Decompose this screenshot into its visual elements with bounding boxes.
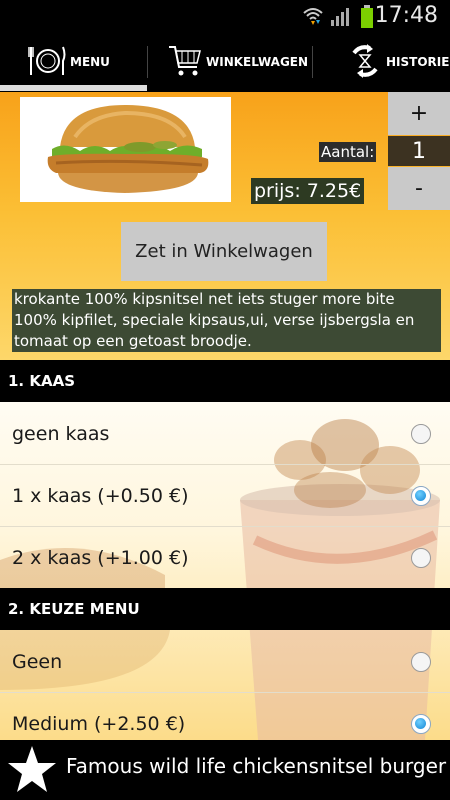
product-panel: + Aantal: 1 - prijs: 7.25€ Zet in Winkel… xyxy=(0,92,450,360)
battery-icon xyxy=(361,5,373,28)
option-medium[interactable]: Medium (+2.50 €) xyxy=(0,693,450,740)
signal-icon xyxy=(331,8,349,26)
tab-winkelwagen[interactable]: WINKELWAGEN xyxy=(168,32,310,92)
tab-historie-label: HISTORIE xyxy=(386,55,450,69)
option-label: Geen xyxy=(12,650,63,673)
option-geen[interactable]: Geen xyxy=(0,631,450,692)
quantity-label: Aantal: xyxy=(319,142,377,162)
section-header-kaas: 1. KAAS xyxy=(0,360,450,402)
option-label: 1 x kaas (+0.50 €) xyxy=(12,484,189,507)
radio-button[interactable] xyxy=(411,651,431,672)
footer-bar: Famous wild life chickensnitsel burger xyxy=(0,740,450,800)
quantity-increase-button[interactable]: + xyxy=(388,92,450,135)
tab-winkelwagen-label: WINKELWAGEN xyxy=(206,55,309,69)
history-icon xyxy=(348,43,382,82)
tab-divider xyxy=(312,46,313,78)
radio-button[interactable] xyxy=(411,423,431,444)
tab-menu-label: MENU xyxy=(70,55,110,69)
option-2x-kaas[interactable]: 2 x kaas (+1.00 €) xyxy=(0,527,450,588)
top-nav: MENU WINKELWAGEN HISTORIE xyxy=(0,32,450,92)
status-bar: 17:48 xyxy=(0,0,450,32)
footer-product-title: Famous wild life chickensnitsel burger xyxy=(66,754,447,778)
option-label: geen kaas xyxy=(12,422,110,445)
option-1x-kaas[interactable]: 1 x kaas (+0.50 €) xyxy=(0,465,450,526)
option-geen-kaas[interactable]: geen kaas xyxy=(0,403,450,464)
radio-button[interactable] xyxy=(411,547,431,568)
radio-button-selected[interactable] xyxy=(411,713,431,734)
option-label: Medium (+2.50 €) xyxy=(12,712,186,735)
tab-menu[interactable]: MENU xyxy=(28,32,146,92)
tab-historie[interactable]: HISTORIE xyxy=(348,32,450,92)
option-label: 2 x kaas (+1.00 €) xyxy=(12,546,189,569)
status-time: 17:48 xyxy=(374,3,438,28)
wifi-icon xyxy=(303,8,323,25)
options-list[interactable]: 1. KAAS geen kaas 1 x kaas (+0.50 €) 2 x… xyxy=(0,360,450,740)
product-photo xyxy=(20,97,231,202)
plate-cutlery-icon xyxy=(28,43,66,82)
quantity-decrease-button[interactable]: - xyxy=(388,167,450,210)
radio-button-selected[interactable] xyxy=(411,485,431,506)
product-description: krokante 100% kipsnitsel net iets stuger… xyxy=(12,289,441,352)
quantity-value: 1 xyxy=(388,136,450,166)
star-icon xyxy=(8,746,56,792)
shopping-cart-icon xyxy=(168,43,202,82)
tab-divider xyxy=(147,46,148,78)
active-tab-indicator xyxy=(0,85,147,91)
add-to-cart-button[interactable]: Zet in Winkelwagen xyxy=(121,222,327,281)
price-label: prijs: 7.25€ xyxy=(251,178,365,204)
section-header-keuze-menu: 2. KEUZE MENU xyxy=(0,588,450,630)
